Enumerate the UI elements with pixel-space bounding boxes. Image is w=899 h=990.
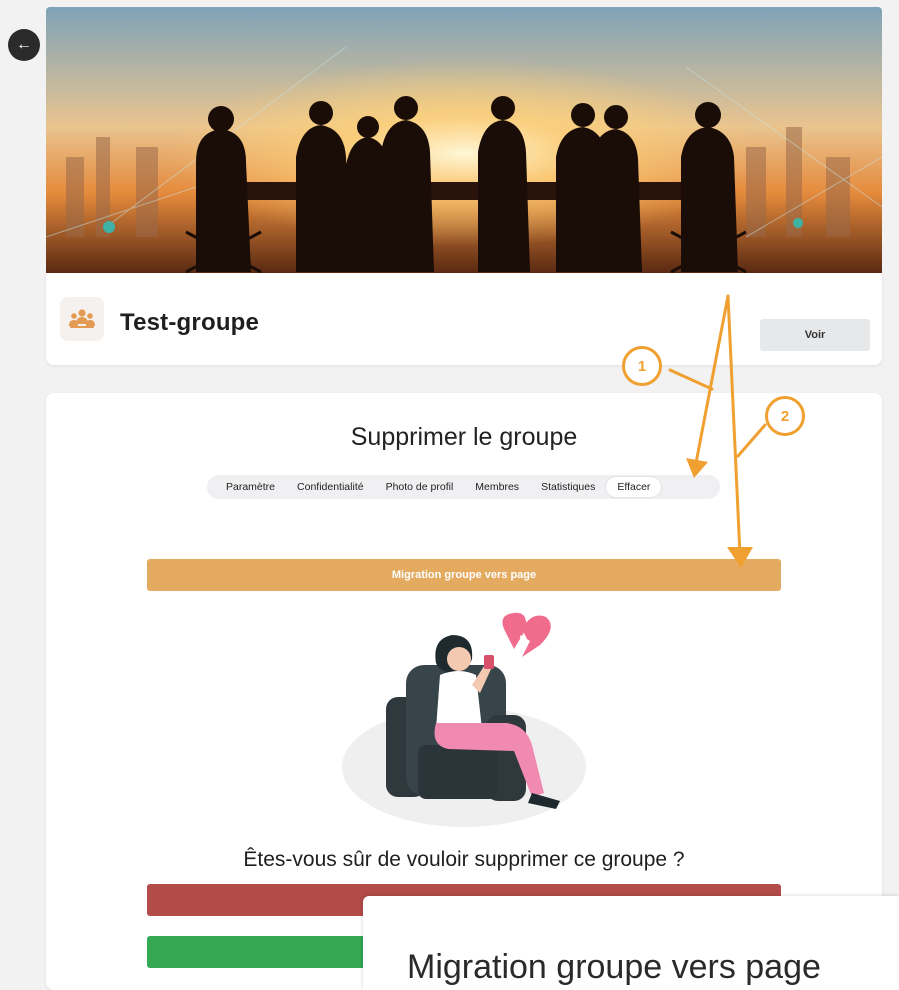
tab-confidentialite[interactable]: Confidentialité	[286, 477, 375, 497]
section-title: Supprimer le groupe	[350, 423, 578, 451]
arrow-left-icon: ←	[16, 36, 32, 53]
group-avatar	[60, 297, 104, 341]
migration-to-page-button[interactable]: Migration groupe vers page	[147, 559, 781, 591]
zoomed-migration-label: Migration groupe vers page	[407, 948, 821, 986]
sad-woman-illustration	[342, 612, 586, 827]
group-cover-image	[46, 7, 882, 273]
tab-statistiques[interactable]: Statistiques	[530, 477, 606, 497]
group-name: Test-groupe	[120, 309, 260, 336]
tab-effacer[interactable]: Effacer	[606, 477, 662, 497]
group-people-icon	[69, 309, 95, 328]
annotation-marker-2: 2	[765, 396, 805, 436]
annotation-marker-1: 1	[622, 346, 662, 386]
zoomed-callout: Migration groupe vers page	[363, 896, 899, 990]
group-header-card: Test-groupe Voir	[46, 273, 882, 365]
tab-photo-de-profil[interactable]: Photo de profil	[375, 477, 465, 497]
view-group-button[interactable]: Voir	[760, 319, 870, 351]
settings-tabs: Paramètre Confidentialité Photo de profi…	[207, 475, 720, 499]
tab-membres[interactable]: Membres	[464, 477, 530, 497]
confirm-question: Êtes-vous sûr de vouloir supprimer ce gr…	[243, 848, 685, 871]
tab-parametre[interactable]: Paramètre	[215, 477, 286, 497]
back-button[interactable]: ←	[8, 29, 40, 61]
